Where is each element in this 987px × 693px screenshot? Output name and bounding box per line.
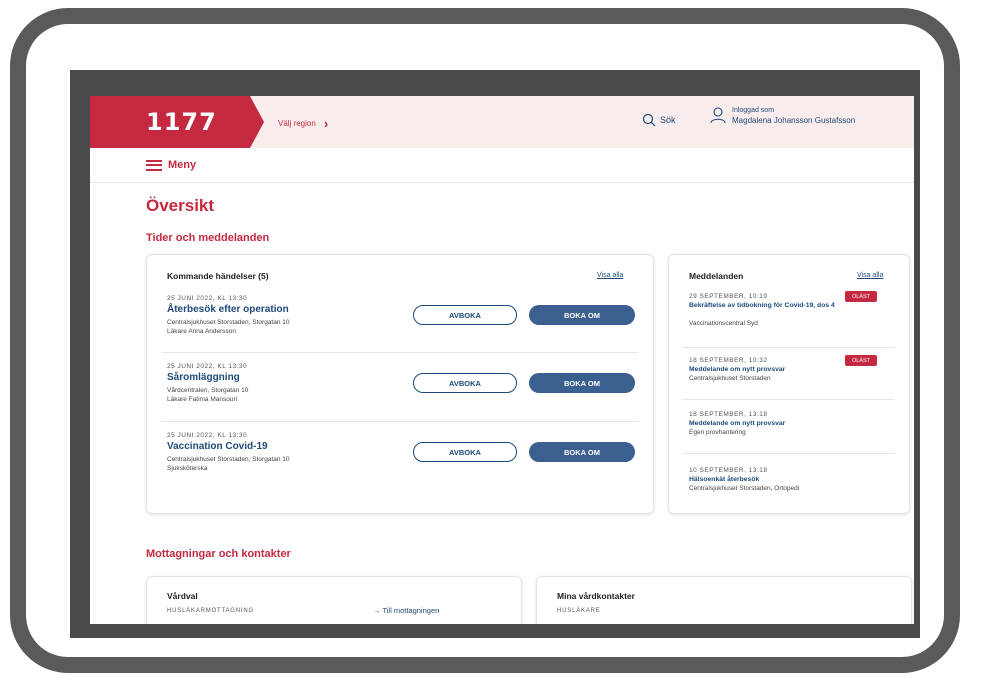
care-contacts-subhead: HUSLÄKARE xyxy=(557,608,601,614)
event-title[interactable]: Vaccination Covid-19 xyxy=(167,441,268,452)
search-icon xyxy=(642,113,656,127)
event-item: 25 JUNI 2022, KL 13:30 Vaccination Covid… xyxy=(147,422,653,490)
message-sender: Egen provhantering xyxy=(689,429,746,436)
site-header: 1177 Välj region › Sök Inloggad som Magd… xyxy=(90,96,914,148)
message-title[interactable]: Meddelande om nytt provsvar xyxy=(689,420,839,428)
message-title[interactable]: Meddelande om nytt provsvar xyxy=(689,366,839,374)
care-choice-title: Vårdval xyxy=(167,591,198,601)
menu-button[interactable]: Meny xyxy=(146,159,196,171)
event-place: Centralsjukhuset Storstaden, Storgatan 1… xyxy=(167,456,290,463)
user-menu[interactable]: Inloggad som Magdalena Johansson Gustafs… xyxy=(710,106,855,126)
user-icon xyxy=(710,107,726,124)
logo[interactable]: 1177 xyxy=(90,96,264,148)
message-title[interactable]: Hälsoenkät återbesök xyxy=(689,476,839,484)
event-date: 25 JUNI 2022, KL 13:30 xyxy=(167,432,248,439)
message-title[interactable]: Bekräftelse av tidbokning för Covid-19, … xyxy=(689,302,839,310)
events-show-all-link[interactable]: Visa alla xyxy=(597,272,623,279)
web-page: 1177 Välj region › Sök Inloggad som Magd… xyxy=(90,96,914,624)
event-place: Vårdcentralen, Storgatan 10 xyxy=(167,387,249,394)
message-sender: Centralsjukhuset Storstaden xyxy=(689,375,771,382)
search-label: Sök xyxy=(660,115,676,125)
hamburger-icon xyxy=(146,159,162,171)
unread-badge: OLÄST xyxy=(845,291,877,302)
divider xyxy=(683,399,895,400)
region-selector[interactable]: Välj region › xyxy=(278,116,328,131)
user-name: Magdalena Johansson Gustafsson xyxy=(732,116,856,125)
event-title[interactable]: Såromläggning xyxy=(167,372,240,383)
tablet-screen: 1177 Välj region › Sök Inloggad som Magd… xyxy=(70,70,920,638)
rebook-button[interactable]: BOKA OM xyxy=(529,373,635,393)
user-info: Inloggad som Magdalena Johansson Gustafs… xyxy=(732,106,855,126)
section-title-contacts: Mottagningar och kontakter xyxy=(146,548,291,560)
event-person: Läkare Anna Andersson xyxy=(167,328,237,335)
event-place: Centralsjukhuset Storstaden, Storgatan 1… xyxy=(167,319,290,326)
search-button[interactable]: Sök xyxy=(642,113,676,127)
message-sender: Centralsjukhuset Storstaden, Ortopedi xyxy=(689,485,800,492)
messages-card: Meddelanden Visa alla 29 SEPTEMBER, 10:1… xyxy=(668,254,910,514)
event-date: 25 JUNI 2022, KL 13:30 xyxy=(167,363,248,370)
cancel-button[interactable]: AVBOKA xyxy=(413,373,517,393)
event-item: 25 JUNI 2022, KL 13:30 Såromläggning Vår… xyxy=(147,353,653,421)
menu-label: Meny xyxy=(168,159,197,171)
event-person: Sjuksköterska xyxy=(167,465,208,472)
message-date: 18 SEPTEMBER, 13:18 xyxy=(689,411,768,418)
message-date: 29 SEPTEMBER, 10:19 xyxy=(689,293,768,300)
care-contacts-card: Mina vårdkontakter HUSLÄKARE xyxy=(536,576,912,624)
divider xyxy=(683,453,895,454)
upcoming-events-card: Kommande händelser (5) Visa alla 25 JUNI… xyxy=(146,254,654,514)
page-title: Översikt xyxy=(146,196,215,215)
care-contacts-title: Mina vårdkontakter xyxy=(557,591,635,601)
messages-card-title: Meddelanden xyxy=(689,271,744,281)
region-label: Välj region xyxy=(278,119,316,128)
care-choice-card: Vårdval HUSLÄKARMOTTAGNING → Till mottag… xyxy=(146,576,522,624)
event-date: 25 JUNI 2022, KL 13:30 xyxy=(167,295,248,302)
rebook-button[interactable]: BOKA OM xyxy=(529,442,635,462)
divider xyxy=(683,347,895,348)
logo-text: 1177 xyxy=(146,108,217,136)
chevron-right-icon: › xyxy=(323,116,329,131)
events-card-title: Kommande händelser (5) xyxy=(167,271,269,281)
message-date: 10 SEPTEMBER, 13:18 xyxy=(689,467,768,474)
cancel-button[interactable]: AVBOKA xyxy=(413,442,517,462)
messages-show-all-link[interactable]: Visa alla xyxy=(857,272,883,279)
unread-badge: OLÄST xyxy=(845,355,877,366)
cancel-button[interactable]: AVBOKA xyxy=(413,305,517,325)
message-sender: Vaccinationscentral Syd xyxy=(689,320,758,327)
event-title[interactable]: Återbesök efter operation xyxy=(167,304,289,315)
user-caption: Inloggad som xyxy=(732,107,775,114)
menu-bar: Meny xyxy=(90,148,914,183)
section-title-times: Tider och meddelanden xyxy=(146,232,270,244)
event-item: 25 JUNI 2022, KL 13:30 Återbesök efter o… xyxy=(147,285,653,353)
rebook-button[interactable]: BOKA OM xyxy=(529,305,635,325)
care-choice-subhead: HUSLÄKARMOTTAGNING xyxy=(167,608,254,614)
message-date: 18 SEPTEMBER, 10:32 xyxy=(689,357,768,364)
to-clinic-link[interactable]: → Till mottagningen xyxy=(373,606,439,615)
event-person: Läkare Fatima Mansouri xyxy=(167,396,238,403)
